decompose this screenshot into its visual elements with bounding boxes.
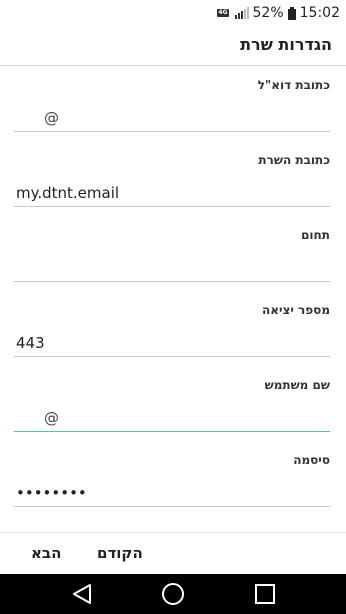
server-address-input[interactable]: my.dtnt.email [14,179,330,207]
navigation-bar [0,574,346,614]
email-address-input[interactable]: @ [14,104,330,132]
clock: 15:02 [299,5,340,21]
username-at-sign: @ [44,409,59,427]
app-bar: הגדרות שרת [0,26,346,66]
username-label: שם משתמש [264,378,330,392]
battery-percent: 52% [252,5,284,21]
next-button[interactable]: הבא [31,544,61,562]
battery-icon [287,6,296,20]
port-label: מספר יציאה [261,303,330,317]
domain-field: תחום [0,216,346,291]
email-at-sign: @ [44,109,59,127]
recent-apps-icon[interactable] [253,582,277,606]
domain-label: תחום [301,228,330,242]
password-input[interactable]: •••••••• [14,479,330,507]
password-field: סיסמה •••••••• [0,441,346,516]
server-address-label: כתובת השרת [258,153,330,167]
port-field: מספר יציאה 443 [0,291,346,366]
email-address-label: כתובת דוא"ל [257,78,330,92]
domain-input[interactable] [14,254,330,282]
username-input[interactable]: @ [14,404,330,432]
network-4g-icon: 4G [217,9,229,17]
previous-button[interactable]: הקודם [97,544,143,562]
email-address-field: כתובת דוא"ל @ [0,66,346,141]
status-bar: 4G 52% 15:02 [0,0,346,26]
back-icon[interactable] [70,582,94,606]
port-input[interactable]: 443 [14,329,330,357]
password-label: סיסמה [293,453,330,467]
username-field: שם משתמש @ [0,366,346,441]
action-bar: הבא הקודם [0,532,346,575]
page-title: הגדרות שרת [240,35,332,54]
signal-icon [234,7,249,19]
home-icon[interactable] [161,582,185,606]
server-address-field: כתובת השרת my.dtnt.email [0,141,346,216]
